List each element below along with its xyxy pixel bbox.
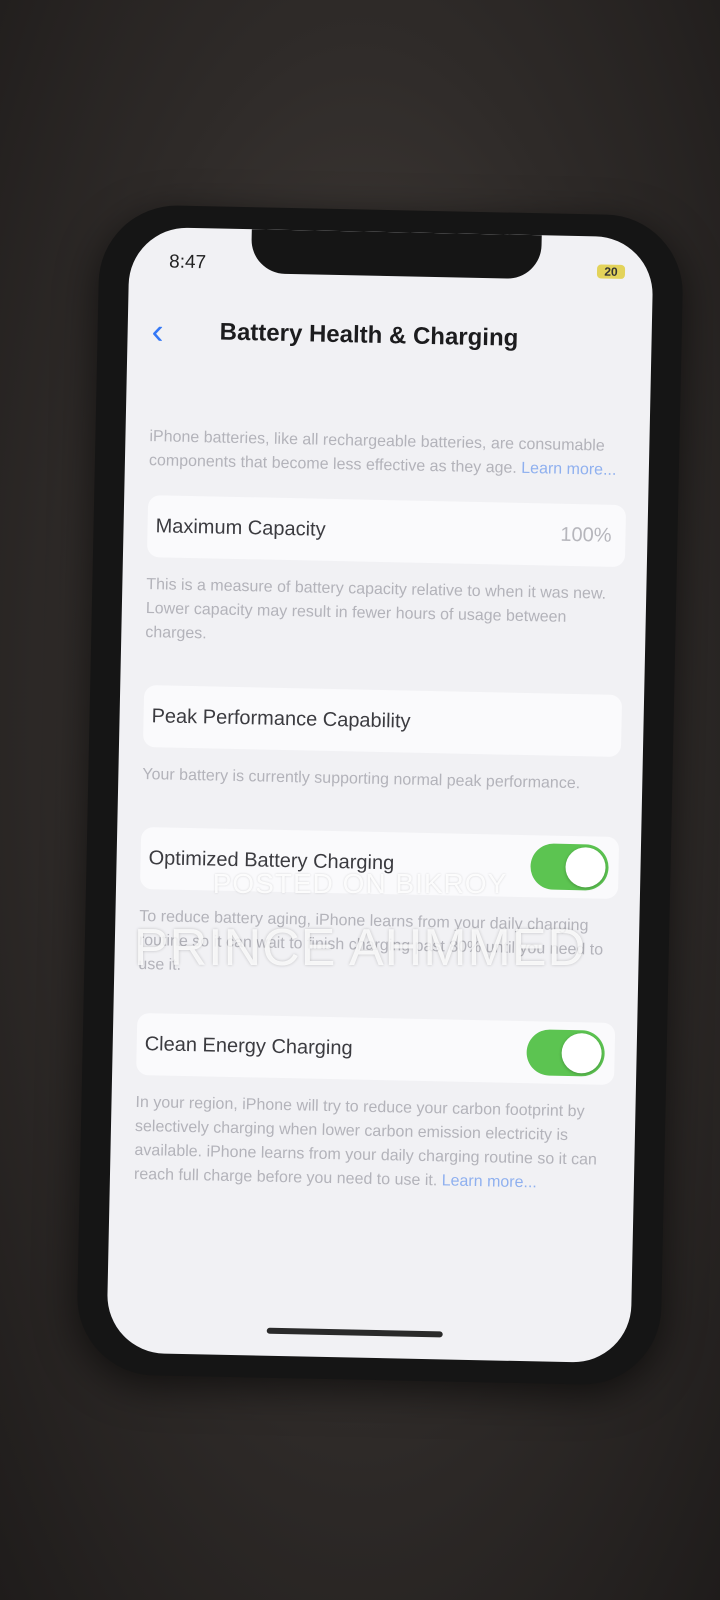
clean-energy-charging-row: Clean Energy Charging <box>136 1012 616 1085</box>
home-indicator[interactable] <box>266 1327 443 1338</box>
navigation-bar: ‹ Battery Health & Charging <box>127 310 652 372</box>
camera-notch <box>250 229 542 280</box>
page-title: Battery Health & Charging <box>219 318 519 352</box>
learn-more-link[interactable]: Learn more... <box>521 460 616 479</box>
status-time: 8:47 <box>168 251 207 274</box>
maximum-capacity-label: Maximum Capacity <box>155 514 326 541</box>
toggle-knob <box>561 1032 603 1074</box>
maximum-capacity-value: 100% <box>560 523 612 547</box>
chevron-left-icon[interactable]: ‹ <box>151 310 164 351</box>
phone-frame: 8:47 20 ‹ Battery Health & Charging iPho… <box>75 204 685 1386</box>
watermark-posted-on: POSTED ON BIKROY <box>212 868 508 899</box>
battery-icon: 20 <box>596 264 626 280</box>
peak-performance-label: Peak Performance Capability <box>151 704 411 733</box>
phone-screen: 8:47 20 ‹ Battery Health & Charging iPho… <box>106 226 654 1364</box>
settings-content: iPhone batteries, like all rechargeable … <box>134 425 628 1197</box>
clean-energy-charging-description: In your region, iPhone will try to reduc… <box>134 1091 614 1197</box>
clean-energy-charging-label: Clean Energy Charging <box>144 1032 353 1059</box>
learn-more-link[interactable]: Learn more... <box>442 1172 537 1191</box>
maximum-capacity-description: This is a measure of battery capacity re… <box>145 576 607 643</box>
maximum-capacity-row: Maximum Capacity 100% <box>146 495 627 568</box>
peak-performance-description: Your battery is currently supporting nor… <box>142 766 581 793</box>
peak-performance-row: Peak Performance Capability <box>142 685 623 758</box>
watermark-name: PRINCE AHMMED <box>133 919 587 977</box>
clean-energy-charging-toggle[interactable] <box>526 1029 606 1077</box>
intro-description: iPhone batteries, like all rechargeable … <box>149 425 628 483</box>
